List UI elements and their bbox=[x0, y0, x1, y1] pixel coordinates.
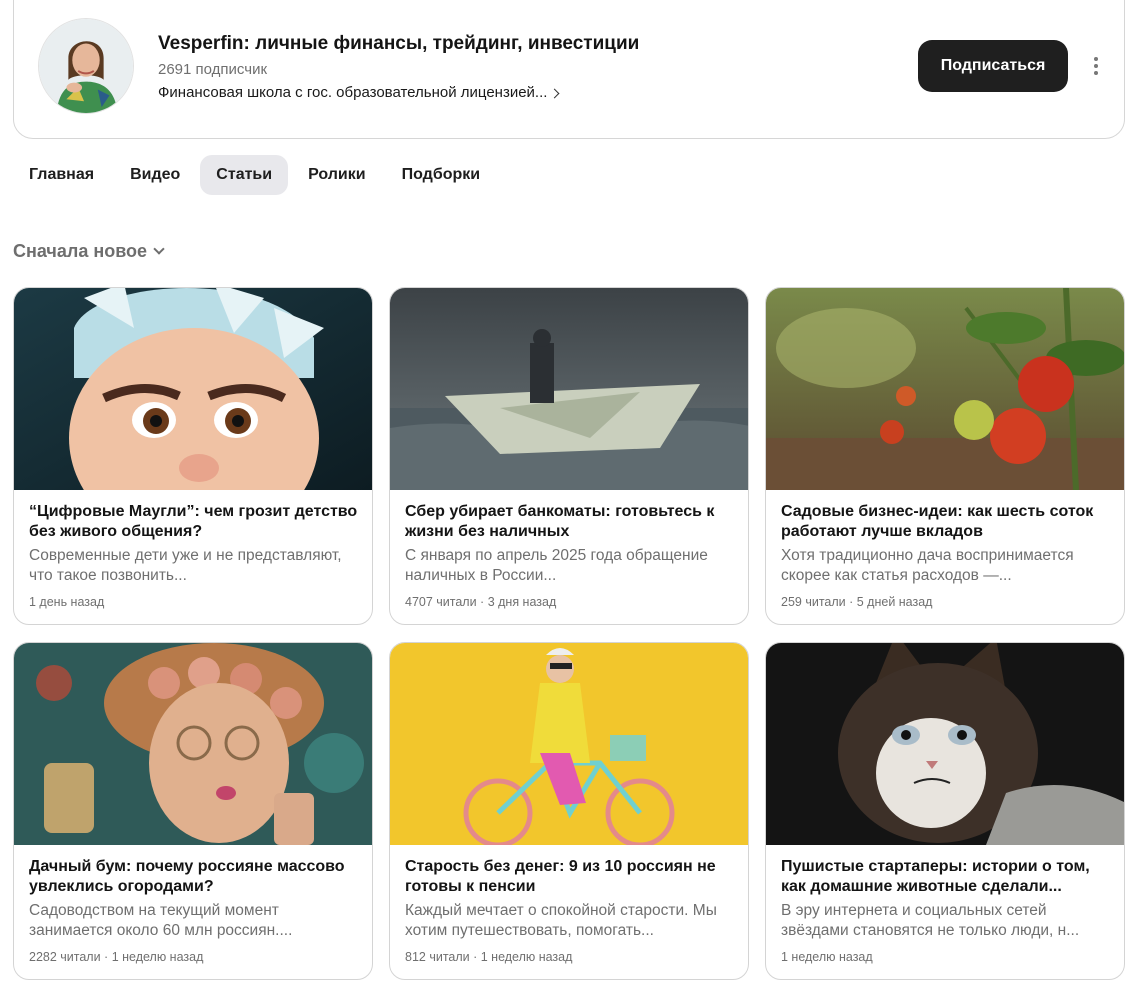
cartoon-child-image bbox=[14, 288, 372, 490]
article-meta: 1 неделю назад bbox=[781, 950, 873, 964]
article-title[interactable]: Дачный бум: почему россияне массово увле… bbox=[29, 857, 359, 897]
avatar-photo-icon bbox=[39, 19, 133, 113]
article-title[interactable]: “Цифровые Маугли”: чем грозит детство бе… bbox=[29, 502, 359, 542]
grumpy-cat-image bbox=[766, 643, 1124, 845]
channel-description-text: Финансовая школа с гос. образовательной … bbox=[158, 84, 548, 101]
channel-avatar[interactable] bbox=[38, 18, 134, 114]
woman-curlers-image bbox=[14, 643, 372, 845]
chevron-down-icon bbox=[153, 243, 165, 255]
article-card[interactable]: Садовые бизнес-идеи: как шесть соток раб… bbox=[765, 287, 1125, 625]
tab-video[interactable]: Видео bbox=[114, 155, 196, 195]
article-excerpt: Каждый мечтает о спокойной старости. Мы … bbox=[405, 902, 717, 939]
channel-description[interactable]: Финансовая школа с гос. образовательной … bbox=[158, 84, 560, 101]
more-options-icon[interactable] bbox=[1086, 52, 1106, 80]
article-excerpt: Хотя традиционно дача воспринимается ско… bbox=[781, 547, 1074, 584]
tab-main[interactable]: Главная bbox=[13, 155, 110, 195]
subscribe-button[interactable]: Подписаться bbox=[918, 40, 1068, 92]
article-meta: 1 день назад bbox=[29, 595, 105, 609]
channel-tabs: Главная Видео Статьи Ролики Подборки bbox=[13, 155, 500, 195]
article-card[interactable]: “Цифровые Маугли”: чем грозит детство бе… bbox=[13, 287, 373, 625]
channel-header: Vesperfin: личные финансы, трейдинг, инв… bbox=[13, 0, 1125, 139]
article-excerpt: В эру интернета и социальных сетей звёзд… bbox=[781, 902, 1080, 939]
article-card[interactable]: Пушистые стартаперы: истории о том, как … bbox=[765, 642, 1125, 980]
article-title[interactable]: Сбер убирает банкоматы: готовьтесь к жиз… bbox=[405, 502, 735, 542]
article-card[interactable]: Сбер убирает банкоматы: готовьтесь к жиз… bbox=[389, 287, 749, 625]
tab-articles[interactable]: Статьи bbox=[200, 155, 289, 195]
elderly-woman-bicycle-image bbox=[390, 643, 748, 845]
article-excerpt: С января по апрель 2025 года обращение н… bbox=[405, 547, 708, 584]
channel-title[interactable]: Vesperfin: личные финансы, трейдинг, инв… bbox=[158, 33, 639, 55]
article-title[interactable]: Старость без денег: 9 из 10 россиян не г… bbox=[405, 857, 735, 897]
tab-shorts[interactable]: Ролики bbox=[292, 155, 382, 195]
sort-label: Сначала новое bbox=[13, 241, 148, 261]
article-card[interactable]: Старость без денег: 9 из 10 россиян не г… bbox=[389, 642, 749, 980]
article-card[interactable]: Дачный бум: почему россияне массово увле… bbox=[13, 642, 373, 980]
article-meta: 4707 читали · 3 дня назад bbox=[405, 595, 557, 609]
article-excerpt: Садоводством на текущий момент занимаетс… bbox=[29, 902, 293, 939]
tab-collections[interactable]: Подборки bbox=[386, 155, 497, 195]
article-meta: 812 читали · 1 неделю назад bbox=[405, 950, 573, 964]
article-title[interactable]: Пушистые стартаперы: истории о том, как … bbox=[781, 857, 1111, 897]
chevron-right-icon bbox=[549, 88, 560, 98]
article-title[interactable]: Садовые бизнес-идеи: как шесть соток раб… bbox=[781, 502, 1111, 542]
article-excerpt: Современные дети уже и не представляют, … bbox=[29, 547, 342, 584]
sort-dropdown[interactable]: Сначала новое bbox=[13, 241, 165, 262]
tomato-plant-image bbox=[766, 288, 1124, 490]
article-meta: 259 читали · 5 дней назад bbox=[781, 595, 933, 609]
article-meta: 2282 читали · 1 неделю назад bbox=[29, 950, 204, 964]
dollar-paper-boat-image bbox=[390, 288, 748, 490]
subscriber-count: 2691 подписчик bbox=[158, 61, 268, 78]
